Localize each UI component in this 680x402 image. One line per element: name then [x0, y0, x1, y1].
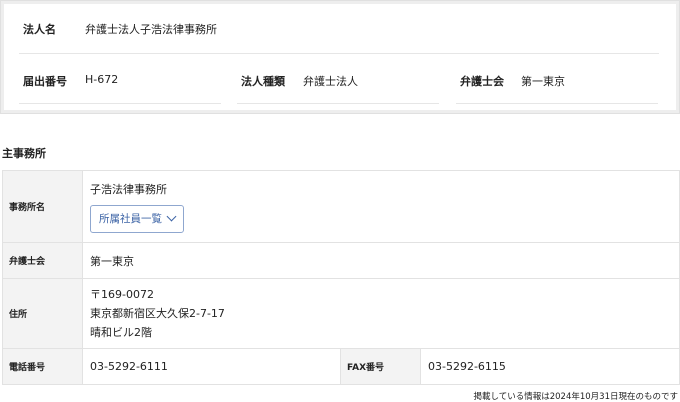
- table-row: 電話番号 03-5292-6111 FAX番号 03-5292-6115: [2, 348, 680, 385]
- address-line1: 東京都新宿区大久保2-7-17: [90, 307, 225, 320]
- divider: [19, 103, 221, 104]
- address-postal: 〒169-0072: [90, 288, 154, 301]
- address-label: 住所: [2, 278, 83, 349]
- section-title: 主事務所: [2, 147, 46, 160]
- office-info-table: 事務所名 子浩法律事務所 所属社員一覧 弁護士会 第一東京 住所 〒169-00…: [2, 170, 680, 385]
- phone-value: 03-5292-6111: [82, 348, 341, 385]
- table-row: 弁護士会 第一東京: [2, 242, 680, 279]
- fax-label: FAX番号: [340, 348, 421, 385]
- divider: [456, 103, 658, 104]
- corp-type-label: 法人種類: [241, 75, 285, 88]
- corp-type-value: 弁護士法人: [303, 75, 358, 88]
- staff-list-button[interactable]: 所属社員一覧: [90, 204, 184, 233]
- staff-list-button-label: 所属社員一覧: [99, 213, 162, 225]
- bar-association-label: 弁護士会: [2, 242, 83, 279]
- bar-label: 弁護士会: [460, 75, 504, 88]
- divider: [237, 103, 439, 104]
- corp-name-value: 弁護士法人子浩法律事務所: [85, 23, 217, 36]
- bar-association-value: 第一東京: [82, 242, 680, 279]
- reg-no-label: 届出番号: [23, 75, 67, 88]
- phone-label: 電話番号: [2, 348, 83, 385]
- address-line2: 晴和ビル2階: [90, 326, 152, 339]
- fax-value: 03-5292-6115: [420, 348, 680, 385]
- chevron-down-icon: [166, 211, 177, 222]
- address-cell: 〒169-0072 東京都新宿区大久保2-7-17 晴和ビル2階: [82, 278, 680, 349]
- table-row: 事務所名 子浩法律事務所 所属社員一覧: [2, 170, 680, 243]
- footer-note: 掲載している情報は2024年10月31日現在のものです: [473, 392, 678, 402]
- office-name-value: 子浩法律事務所: [90, 182, 167, 196]
- corp-name-label: 法人名: [23, 23, 56, 36]
- bar-value: 第一東京: [521, 75, 565, 88]
- office-name-cell: 子浩法律事務所 所属社員一覧: [82, 170, 680, 243]
- summary-panel: 法人名 弁護士法人子浩法律事務所 届出番号 H-672 法人種類 弁護士法人 弁…: [0, 0, 680, 114]
- divider: [19, 53, 659, 54]
- table-row: 住所 〒169-0072 東京都新宿区大久保2-7-17 晴和ビル2階: [2, 278, 680, 349]
- office-name-label: 事務所名: [2, 170, 83, 243]
- reg-no-value: H-672: [85, 73, 119, 86]
